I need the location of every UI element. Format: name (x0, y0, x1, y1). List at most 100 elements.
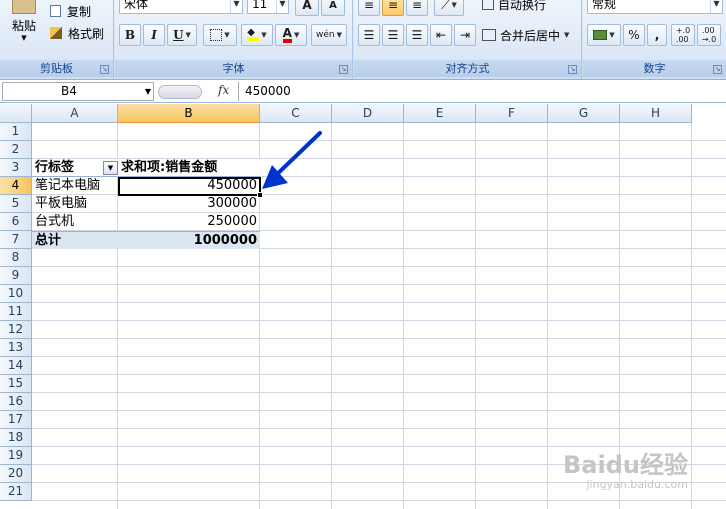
font-color-dropdown-icon: ▼ (293, 31, 300, 39)
column-header-d[interactable]: D (332, 104, 404, 123)
merge-center-dropdown-icon: ▼ (564, 31, 570, 39)
copy-button[interactable]: 复制 (50, 2, 91, 20)
number-format-select[interactable]: 常规 ▼ (587, 0, 723, 14)
grow-font-button[interactable]: A (295, 0, 319, 16)
pivot-item-value[interactable]: 250000 (118, 213, 260, 231)
number-group: 常规 ▼ ▼ % , +.0.00 .00 →.0 数字 ↘ (583, 0, 726, 79)
decrease-decimal-button[interactable]: .00 →.0 (697, 24, 721, 46)
pivot-row-label-header-text: 行标签 (35, 160, 75, 175)
fill-color-icon: ◆ (247, 28, 260, 41)
bold-button[interactable]: B (119, 24, 141, 46)
number-format-value: 常规 (592, 0, 617, 11)
row-header-5[interactable]: 5 (0, 195, 32, 213)
underline-button[interactable]: U ▼ (167, 24, 197, 46)
comma-style-button[interactable]: , (647, 24, 667, 46)
accounting-format-button[interactable]: ▼ (587, 24, 621, 46)
watermark: Baidu经验 jingyan.baidu.com (563, 452, 688, 491)
paste-button[interactable]: 粘贴 ▼ (4, 0, 44, 56)
increase-indent-button[interactable]: ⇥ (454, 24, 476, 46)
row-header-20[interactable]: 20 (0, 465, 32, 483)
name-box-dropdown-icon[interactable]: ▼ (145, 83, 151, 100)
select-all-corner[interactable] (0, 104, 32, 123)
font-size-value: 11 (252, 0, 268, 11)
pivot-total-label[interactable]: 总计 (32, 231, 118, 249)
watermark-url: jingyan.baidu.com (586, 478, 688, 491)
format-painter-icon (50, 27, 62, 39)
fill-color-button[interactable]: ◆ ▼ (241, 24, 273, 46)
phonetic-button[interactable]: wén ▼ (311, 24, 347, 46)
row-header-18[interactable]: 18 (0, 429, 32, 447)
align-right-button[interactable]: ☰ (406, 24, 428, 46)
align-middle-button[interactable]: ≡ (382, 0, 404, 16)
row-header-10[interactable]: 10 (0, 285, 32, 303)
number-launcher-icon[interactable]: ↘ (713, 65, 722, 74)
font-launcher-icon[interactable]: ↘ (339, 65, 348, 74)
row-header-12[interactable]: 12 (0, 321, 32, 339)
copy-label: 复制 (67, 4, 92, 19)
row-header-9[interactable]: 9 (0, 267, 32, 285)
wrap-text-button[interactable]: 自动换行 (482, 0, 546, 14)
row-header-13[interactable]: 13 (0, 339, 32, 357)
row-header-11[interactable]: 11 (0, 303, 32, 321)
increase-decimal-button[interactable]: +.0.00 (671, 24, 695, 46)
row-header-21[interactable]: 21 (0, 483, 32, 501)
column-header-b[interactable]: B (118, 104, 260, 123)
pivot-total-value[interactable]: 1000000 (118, 231, 260, 249)
align-bottom-button[interactable]: ≡ (406, 0, 428, 16)
font-color-button[interactable]: A ▼ (275, 24, 307, 46)
pivot-value-header[interactable]: 求和项:销售金额 (118, 159, 260, 177)
row-header-6[interactable]: 6 (0, 213, 32, 231)
pivot-item-label[interactable]: 笔记本电脑 (32, 177, 118, 195)
annotation-arrow-icon (262, 131, 322, 189)
pivot-item-label[interactable]: 台式机 (32, 213, 118, 231)
column-header-a[interactable]: A (32, 104, 118, 123)
row-header-2[interactable]: 2 (0, 141, 32, 159)
row-header-4[interactable]: 4 (0, 177, 32, 195)
align-top-button[interactable]: ≡ (358, 0, 380, 16)
font-group: 宋体 ▼ 11 ▼ A A B I U ▼ ▼ ◆ ▼ A ▼ wén ▼ 字体… (115, 0, 353, 79)
row-header-14[interactable]: 14 (0, 357, 32, 375)
alignment-launcher-icon[interactable]: ↘ (568, 65, 577, 74)
pivot-item-value[interactable]: 300000 (118, 195, 260, 213)
clipboard-launcher-icon[interactable]: ↘ (100, 65, 109, 74)
column-header-h[interactable]: H (620, 104, 692, 123)
orientation-dropdown-icon: ▼ (451, 1, 457, 9)
row-header-16[interactable]: 16 (0, 393, 32, 411)
formula-bar-resize-handle[interactable] (158, 85, 202, 99)
row-header-15[interactable]: 15 (0, 375, 32, 393)
formula-input[interactable]: 450000 (238, 82, 726, 101)
borders-dropdown-icon: ▼ (224, 31, 230, 39)
borders-button[interactable]: ▼ (203, 24, 237, 46)
orientation-button[interactable]: ⟋ ▼ (434, 0, 464, 16)
format-painter-button[interactable]: 格式刷 (50, 24, 104, 42)
insert-function-icon[interactable]: fx (218, 83, 229, 97)
align-left-button[interactable]: ☰ (358, 24, 380, 46)
shrink-font-button[interactable]: A (321, 0, 345, 16)
pivot-item-label[interactable]: 平板电脑 (32, 195, 118, 213)
row-header-7[interactable]: 7 (0, 231, 32, 249)
row-header-1[interactable]: 1 (0, 123, 32, 141)
decrease-indent-button[interactable]: ⇤ (430, 24, 452, 46)
font-name-select[interactable]: 宋体 ▼ (119, 0, 243, 14)
row-header-17[interactable]: 17 (0, 411, 32, 429)
pivot-filter-dropdown-icon[interactable]: ▼ (103, 161, 118, 175)
row-header-8[interactable]: 8 (0, 249, 32, 267)
column-header-f[interactable]: F (476, 104, 548, 123)
column-header-c[interactable]: C (260, 104, 332, 123)
font-size-select[interactable]: 11 ▼ (247, 0, 289, 14)
percent-style-button[interactable]: % (623, 24, 645, 46)
alignment-group-label: 对齐方式 (354, 60, 581, 77)
column-header-e[interactable]: E (404, 104, 476, 123)
accounting-format-dropdown-icon: ▼ (609, 31, 615, 39)
name-box-value: B4 (61, 84, 77, 98)
column-header-g[interactable]: G (548, 104, 620, 123)
formula-controls: fx (158, 83, 236, 101)
clipboard-group: 粘贴 ▼ 复制 格式刷 剪贴板 ↘ (0, 0, 114, 79)
name-box[interactable]: B4 ▼ (2, 82, 154, 101)
row-header-3[interactable]: 3 (0, 159, 32, 177)
italic-button[interactable]: I (143, 24, 165, 46)
row-header-19[interactable]: 19 (0, 447, 32, 465)
merge-center-button[interactable]: 合并后居中 ▼ (482, 26, 569, 44)
align-center-button[interactable]: ☰ (382, 24, 404, 46)
active-cell-selection[interactable] (118, 177, 261, 196)
